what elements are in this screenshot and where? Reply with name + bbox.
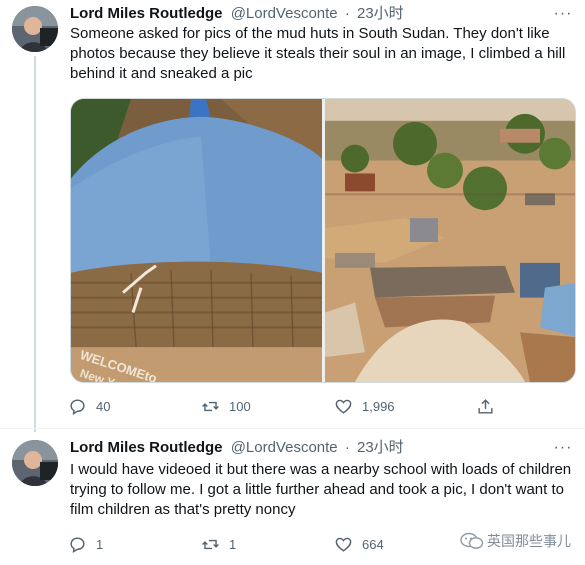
share-icon [470, 391, 500, 421]
tweet-header: Lord Miles Routledge @LordVesconte · 23小… [70, 438, 404, 458]
author-handle[interactable]: @LordVesconte [231, 5, 338, 22]
like-count: 1,996 [362, 398, 395, 414]
retweet-count: 1 [229, 536, 237, 552]
retweet-button[interactable]: 1 [195, 529, 236, 559]
reply-icon [62, 529, 92, 559]
retweet-count: 100 [229, 398, 251, 414]
author-handle[interactable]: @LordVesconte [231, 439, 338, 456]
like-count: 664 [362, 536, 384, 552]
tweet-text: I would have videoed it but there was a … [70, 461, 572, 518]
like-button[interactable]: 664 [328, 529, 384, 559]
avatar[interactable] [12, 6, 58, 52]
tweet-text: Someone asked for pics of the mud huts i… [70, 25, 566, 82]
retweet-icon [195, 391, 225, 421]
tweet-actions: 1 1 664 [62, 529, 502, 559]
tweet-actions: 40 100 1,996 [62, 391, 502, 421]
watermark-text: 英国那些事儿 [487, 533, 571, 549]
reply-button[interactable]: 1 [62, 529, 103, 559]
photo-hut-roof[interactable]: WELCOMEto New Year [71, 99, 322, 382]
wechat-icon [460, 532, 484, 550]
tweet-header: Lord Miles Routledge @LordVesconte · 23小… [70, 4, 404, 24]
heart-icon [328, 391, 358, 421]
watermark: 英国那些事儿 [460, 531, 571, 551]
like-button[interactable]: 1,996 [328, 391, 395, 421]
heart-icon [328, 529, 358, 559]
avatar-photo [12, 440, 58, 486]
retweet-button[interactable]: 100 [195, 391, 251, 421]
author-name[interactable]: Lord Miles Routledge [70, 5, 223, 22]
header-separator: · [344, 439, 350, 456]
retweet-icon [195, 529, 225, 559]
author-name[interactable]: Lord Miles Routledge [70, 439, 223, 456]
avatar[interactable] [12, 440, 58, 486]
reply-count: 40 [96, 398, 111, 414]
reply-icon [62, 391, 92, 421]
tweet[interactable]: Lord Miles Routledge @LordVesconte · 23小… [0, 0, 585, 432]
thread-connector-line [34, 56, 36, 432]
avatar-photo [12, 6, 58, 52]
tweet-timestamp[interactable]: 23小时 [357, 439, 404, 456]
share-button[interactable] [470, 391, 500, 421]
tweet[interactable]: Lord Miles Routledge @LordVesconte · 23小… [0, 428, 585, 565]
tweet-media[interactable]: WELCOMEto New Year [70, 98, 576, 383]
more-icon[interactable]: ··· [553, 4, 573, 24]
reply-count: 1 [96, 536, 104, 552]
header-separator: · [344, 5, 350, 22]
tweet-timestamp[interactable]: 23小时 [357, 5, 404, 22]
more-icon[interactable]: ··· [553, 438, 573, 458]
reply-button[interactable]: 40 [62, 391, 110, 421]
photo-village-aerial[interactable] [325, 99, 575, 382]
